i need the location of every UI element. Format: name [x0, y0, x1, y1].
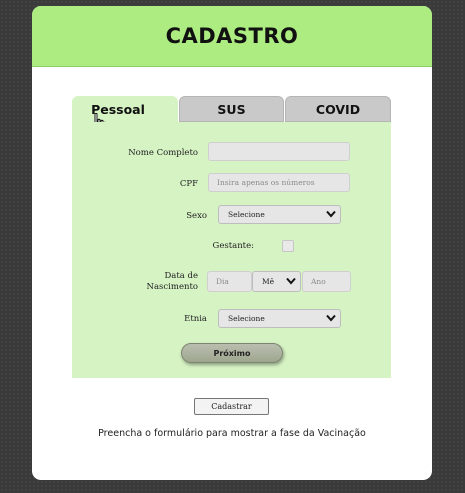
page-title: CADASTRO [165, 24, 299, 48]
dia-placeholder: Dia [216, 277, 229, 286]
tab-covid-label: COVID [315, 101, 361, 117]
tab-sus-label: SUS [217, 101, 246, 117]
chevron-down-icon [326, 210, 336, 218]
tab-sus[interactable]: SUS [179, 96, 284, 122]
dia-field[interactable]: Dia [207, 271, 252, 292]
etnia-label: Etnia [184, 314, 207, 324]
chevron-down-icon [326, 314, 336, 322]
gestante-label: Gestante: [212, 241, 254, 251]
next-button-label: Próximo [213, 348, 251, 358]
registration-card: CADASTRO Pessoal SUS COVID Nome Completo… [32, 6, 432, 480]
submit-button-label: Cadastrar [211, 402, 252, 411]
submit-button[interactable]: Cadastrar [194, 398, 269, 415]
nome-label: Nome Completo [128, 148, 198, 158]
etnia-selected: Selecione [228, 314, 265, 323]
cpf-placeholder: Insira apenas os números [217, 178, 315, 187]
sexo-label: Sexo [186, 211, 207, 221]
cpf-label: CPF [179, 179, 198, 189]
header: CADASTRO [32, 6, 432, 67]
tab-pessoal[interactable]: Pessoal [72, 96, 178, 122]
tab-covid[interactable]: COVID [285, 96, 391, 122]
cpf-field[interactable]: Insira apenas os números [208, 173, 350, 192]
nascimento-label: Data de Nascimento [92, 271, 198, 293]
nome-field[interactable] [208, 142, 350, 161]
mes-select[interactable]: Mê [252, 271, 301, 292]
ano-placeholder: Ano [311, 277, 326, 286]
form-panel: Nome Completo CPF Insira apenas os númer… [72, 122, 391, 378]
tab-bar: Pessoal SUS COVID [72, 96, 391, 135]
etnia-select[interactable]: Selecione [218, 309, 341, 328]
sexo-select[interactable]: Selecione [218, 205, 341, 224]
ano-field[interactable]: Ano [302, 271, 351, 292]
nascimento-label-line2: Nascimento [146, 282, 198, 292]
sexo-selected: Selecione [228, 210, 265, 219]
next-button[interactable]: Próximo [181, 343, 283, 363]
chevron-down-icon [286, 277, 296, 285]
gestante-checkbox[interactable] [282, 240, 294, 252]
mes-selected: Mê [262, 277, 275, 286]
nascimento-label-line1: Data de [164, 271, 198, 281]
footer-message: Preencha o formulário para mostrar a fas… [98, 428, 366, 439]
